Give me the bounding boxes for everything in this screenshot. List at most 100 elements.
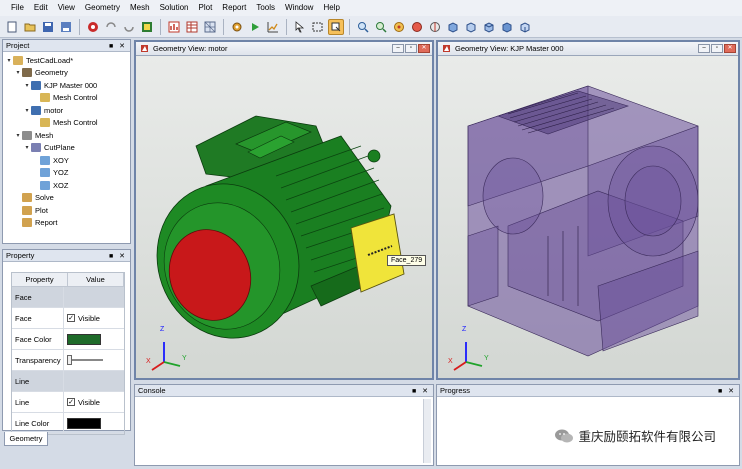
tree-node-icon	[22, 218, 32, 228]
expand-arrow-icon[interactable]: ▾	[23, 82, 31, 89]
expand-arrow-icon[interactable]: ▾	[14, 132, 22, 139]
save-as-icon[interactable]	[58, 19, 74, 35]
tree-item[interactable]: ▾ motor	[5, 104, 128, 117]
select-pointer-icon[interactable]	[292, 19, 308, 35]
main-toolbar	[0, 16, 742, 38]
expand-arrow-icon[interactable]: ▾	[23, 107, 31, 114]
tree-item[interactable]: XOZ	[5, 179, 128, 192]
view-iso-icon[interactable]	[517, 19, 533, 35]
visible-checkbox[interactable]: ✓	[67, 314, 75, 322]
tree-item[interactable]: Report	[5, 217, 128, 230]
property-panel-header: Property ■ ✕	[3, 250, 130, 262]
tree-item[interactable]: YOZ	[5, 167, 128, 180]
tree-item-label: Mesh	[35, 130, 54, 140]
panel-float-close-icon[interactable]: ■ ✕	[412, 387, 430, 395]
property-name: Face	[12, 287, 64, 307]
property-panel-title: Property	[6, 251, 35, 260]
kjp-master-viewport[interactable]: Z X Y	[438, 56, 738, 378]
restore-button[interactable]: ▫	[711, 44, 723, 53]
record-icon[interactable]	[85, 19, 101, 35]
tree-item[interactable]: Mesh Control	[5, 92, 128, 105]
restore-button[interactable]: ▫	[405, 44, 417, 53]
view-front-icon[interactable]	[409, 19, 425, 35]
view-back-icon[interactable]	[427, 19, 443, 35]
solve-gear-icon[interactable]	[229, 19, 245, 35]
tree-item[interactable]: Plot	[5, 204, 128, 217]
graph-icon[interactable]	[265, 19, 281, 35]
tree-item[interactable]: XOY	[5, 154, 128, 167]
view-top-icon[interactable]	[481, 19, 497, 35]
mesh-icon[interactable]	[202, 19, 218, 35]
close-button[interactable]: ✕	[724, 44, 736, 53]
toolbar-separator	[286, 18, 287, 35]
undo-icon[interactable]	[103, 19, 119, 35]
rotate-icon[interactable]	[391, 19, 407, 35]
menu-window[interactable]: Window	[280, 0, 318, 16]
save-icon[interactable]	[40, 19, 56, 35]
tree-item-label: XOY	[53, 155, 69, 165]
slider-handle[interactable]	[67, 355, 72, 365]
view-right-icon[interactable]	[463, 19, 479, 35]
color-swatch[interactable]	[67, 333, 101, 345]
transparency-slider[interactable]	[67, 355, 103, 365]
console-scrollbar[interactable]	[423, 399, 431, 463]
property-table-header: Property Value	[12, 273, 124, 287]
axis-label-y: Y	[182, 355, 187, 362]
project-panel-title: Project	[6, 41, 30, 50]
expand-arrow-icon[interactable]: ▾	[23, 144, 31, 151]
minimize-button[interactable]: –	[698, 44, 710, 53]
menu-mesh[interactable]: Mesh	[125, 0, 155, 16]
geometry-view-motor: Geometry View: motor – ▫ ✕ Z X Y Face_27…	[134, 40, 434, 380]
zoom-icon[interactable]	[355, 19, 371, 35]
menu-tools[interactable]: Tools	[251, 0, 280, 16]
tree-item[interactable]: ▾ Geometry	[5, 67, 128, 80]
tree-item[interactable]: ▾ Mesh	[5, 129, 128, 142]
view-title-motor: Geometry View: motor	[153, 44, 228, 53]
menu-solution[interactable]: Solution	[155, 0, 194, 16]
tree-item[interactable]: ▾ TestCadLoad*	[5, 54, 128, 67]
tree-item[interactable]: ▾ CutPlane	[5, 142, 128, 155]
expand-arrow-icon[interactable]: ▾	[14, 69, 22, 76]
menu-geometry[interactable]: Geometry	[80, 0, 125, 16]
redo-icon[interactable]	[121, 19, 137, 35]
property-name: Line Color	[12, 413, 64, 433]
run-icon[interactable]	[247, 19, 263, 35]
select-box-icon[interactable]	[310, 19, 326, 35]
minimize-button[interactable]: –	[392, 44, 404, 53]
plot-icon[interactable]	[166, 19, 182, 35]
app-logo-icon	[443, 45, 450, 52]
panel-float-close-icon[interactable]: ■ ✕	[109, 42, 127, 50]
project-panel-header: Project ■ ✕	[3, 40, 130, 52]
motor-viewport[interactable]: Z X Y Face_279	[136, 56, 432, 378]
report-table-icon[interactable]	[184, 19, 200, 35]
view-bottom-icon[interactable]	[499, 19, 515, 35]
tree-item[interactable]: ▾ KJP Master 000	[5, 79, 128, 92]
tree-item[interactable]: Mesh Control	[5, 117, 128, 130]
menu-plot[interactable]: Plot	[194, 0, 218, 16]
tree-item[interactable]: Solve	[5, 192, 128, 205]
watermark-text: 重庆励颐拓软件有限公司	[578, 429, 716, 444]
expand-arrow-icon[interactable]: ▾	[5, 57, 13, 64]
menu-edit[interactable]: Edit	[29, 0, 53, 16]
motor-3d-model	[151, 115, 405, 371]
view-left-icon[interactable]	[445, 19, 461, 35]
new-file-icon[interactable]	[4, 19, 20, 35]
menu-file[interactable]: File	[6, 0, 29, 16]
open-folder-icon[interactable]	[22, 19, 38, 35]
property-name: Line	[12, 392, 64, 412]
import-geometry-icon[interactable]	[139, 19, 155, 35]
close-button[interactable]: ✕	[418, 44, 430, 53]
color-swatch[interactable]	[67, 417, 101, 429]
panel-float-close-icon[interactable]: ■ ✕	[109, 252, 127, 260]
menu-report[interactable]: Report	[217, 0, 251, 16]
tab-geometry[interactable]: Geometry	[4, 432, 48, 446]
menu-view[interactable]: View	[53, 0, 80, 16]
pick-icon[interactable]	[328, 18, 344, 35]
menu-help[interactable]: Help	[318, 0, 344, 16]
panel-float-close-icon[interactable]: ■ ✕	[718, 387, 736, 395]
visible-checkbox[interactable]: ✓	[67, 398, 75, 406]
zoom-fit-icon[interactable]	[373, 19, 389, 35]
tree-node-icon	[40, 155, 50, 165]
tree-item-label: YOZ	[53, 168, 69, 178]
toolbar-separator	[160, 18, 161, 35]
